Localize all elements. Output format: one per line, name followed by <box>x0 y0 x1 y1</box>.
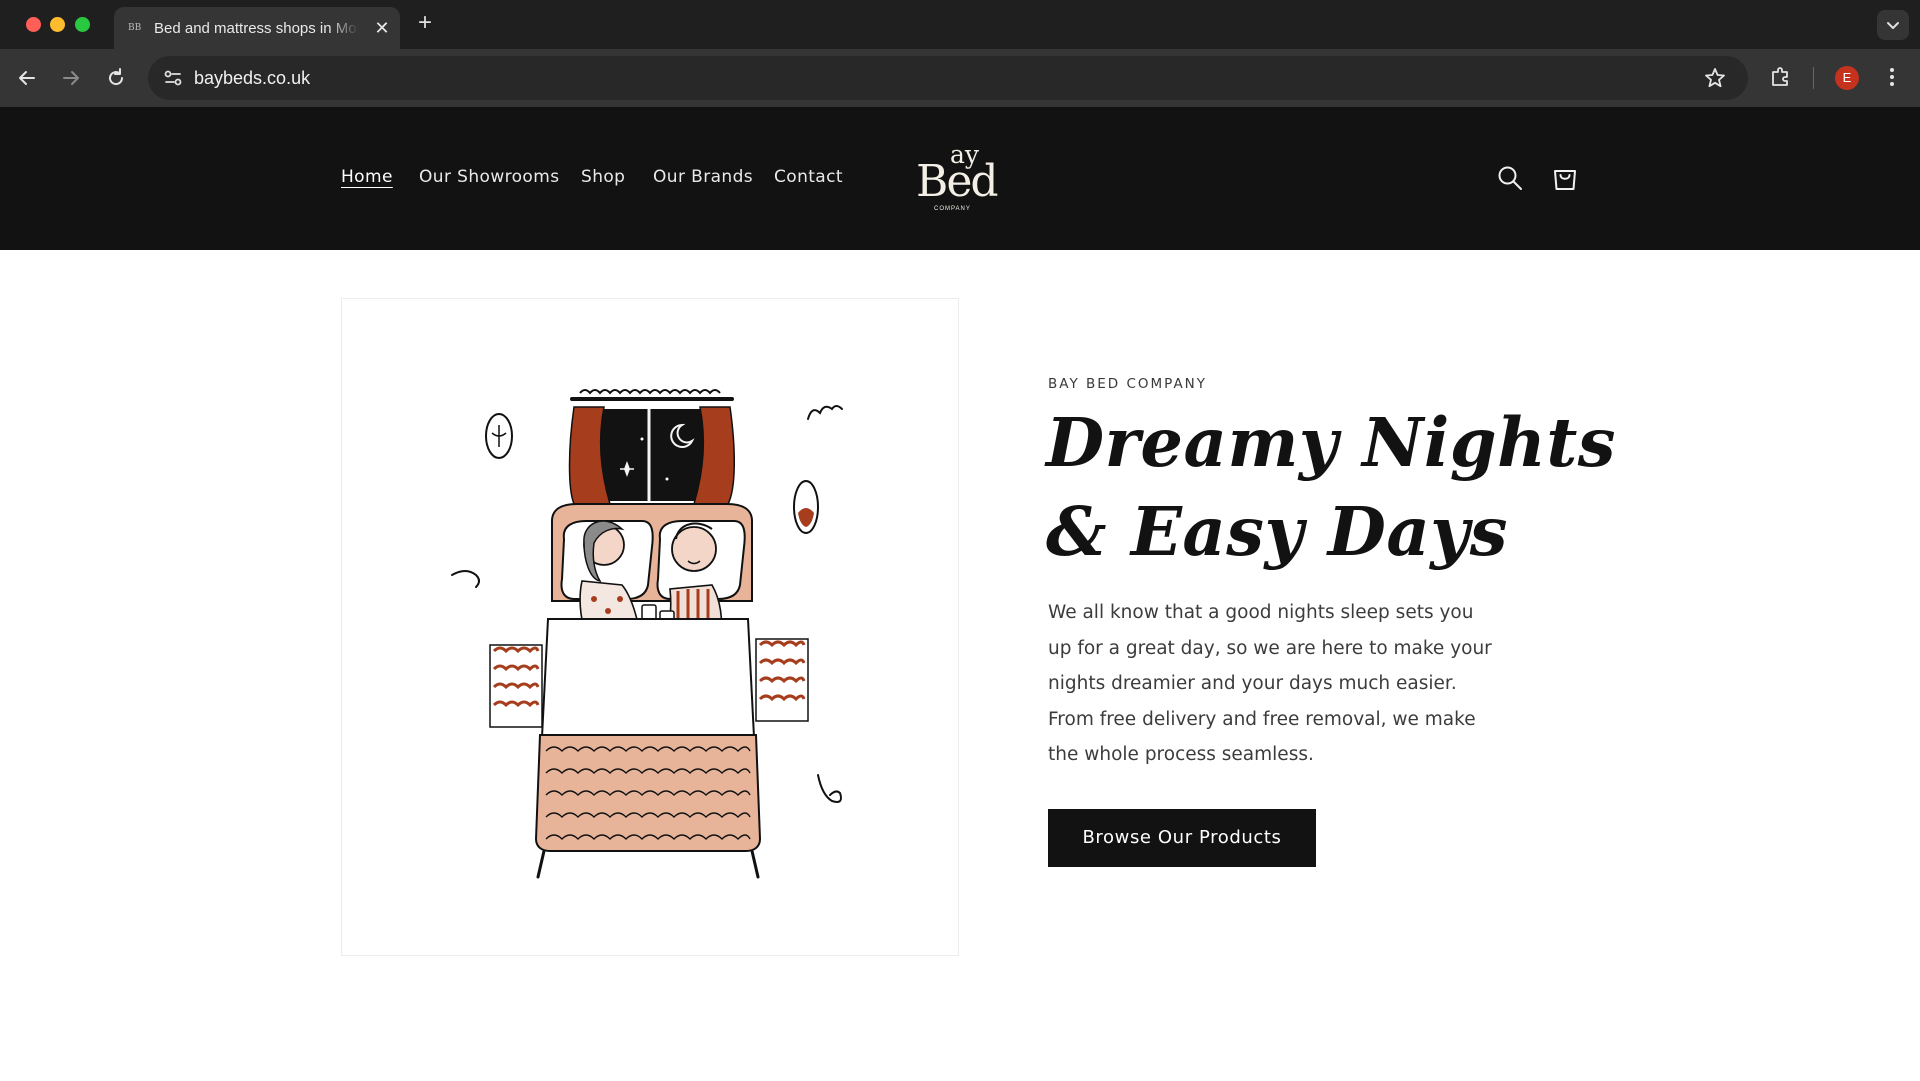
profile-avatar[interactable]: E <box>1835 66 1859 90</box>
extensions-puzzle-icon[interactable] <box>1768 64 1794 90</box>
browser-menu-icon[interactable] <box>1880 64 1904 90</box>
hero-headline-line2: & Easy Days <box>1046 492 1508 571</box>
maximize-window-button[interactable] <box>75 17 90 32</box>
page-viewport: Home Our Showrooms Shop Our Brands Conta… <box>0 107 1920 1081</box>
site-header: Home Our Showrooms Shop Our Brands Conta… <box>0 107 1920 250</box>
tab-favicon-icon: BB <box>128 23 142 33</box>
toolbar-divider <box>1813 67 1814 89</box>
hero-headline-line1: Dreamy Nights <box>1046 403 1617 482</box>
browser-tab-active[interactable]: BB Bed and mattress shops in Morecambe ✕ <box>114 7 400 49</box>
tab-search-button[interactable] <box>1877 10 1909 40</box>
hero-image <box>341 298 959 956</box>
browser-toolbar: baybeds.co.uk E <box>0 49 1920 107</box>
new-tab-button[interactable]: + <box>413 11 437 35</box>
bay-bed-logo[interactable]: ay Bed COMPANY <box>910 141 1000 217</box>
reload-icon[interactable] <box>103 65 129 91</box>
logo-text-bed: Bed <box>916 156 999 207</box>
search-icon[interactable] <box>1496 164 1524 192</box>
logo-text-company: COMPANY <box>934 206 971 212</box>
back-arrow-icon[interactable] <box>14 65 40 91</box>
tab-close-icon[interactable]: ✕ <box>372 18 392 38</box>
site-settings-icon[interactable] <box>160 65 186 91</box>
bookmark-star-icon[interactable] <box>1703 66 1727 90</box>
browser-titlebar: BB Bed and mattress shops in Morecambe ✕… <box>0 0 1920 49</box>
nav-contact[interactable]: Contact <box>774 166 843 188</box>
close-window-button[interactable] <box>26 17 41 32</box>
url-text[interactable]: baybeds.co.uk <box>194 56 310 100</box>
couple-in-bed-illustration <box>451 389 843 879</box>
nav-our-showrooms[interactable]: Our Showrooms <box>419 166 559 188</box>
address-bar[interactable]: baybeds.co.uk <box>148 56 1748 100</box>
hero-headline: Dreamy Nights & Easy Days <box>1046 398 1617 576</box>
forward-arrow-icon[interactable] <box>58 65 84 91</box>
browse-products-button[interactable]: Browse Our Products <box>1048 809 1316 867</box>
nav-shop[interactable]: Shop <box>581 166 625 188</box>
nav-our-brands[interactable]: Our Brands <box>653 166 753 188</box>
hero-eyebrow: BAY BED COMPANY <box>1048 376 1208 392</box>
minimize-window-button[interactable] <box>50 17 65 32</box>
hero-body-text: We all know that a good nights sleep set… <box>1048 602 1492 765</box>
nav-home[interactable]: Home <box>341 166 393 188</box>
tab-title: Bed and mattress shops in Morecambe <box>154 20 359 37</box>
cart-bag-icon[interactable] <box>1551 162 1579 192</box>
chevron-down-icon <box>1887 22 1899 29</box>
